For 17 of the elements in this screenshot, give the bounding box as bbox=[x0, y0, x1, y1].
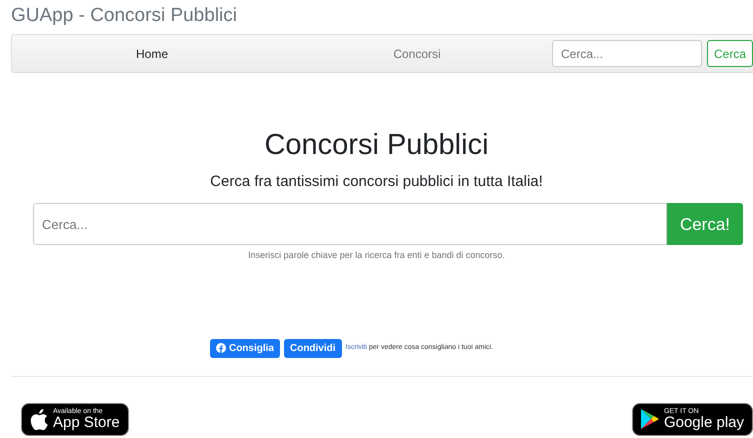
hero-title: Concorsi Pubblici bbox=[263, 128, 490, 163]
site-title: GUApp - Concorsi Pubblici bbox=[10, 4, 238, 28]
search-field[interactable]: Cerca... bbox=[33, 203, 667, 246]
nav-link[interactable]: Concorsi bbox=[393, 46, 441, 60]
share-button[interactable]: Condividi bbox=[284, 338, 342, 358]
hero-subtitle: Cerca fra tantissimi concorsi pubblici in tutta Italia! bbox=[209, 172, 544, 192]
play-icon bbox=[640, 409, 659, 430]
facebook-icon bbox=[216, 343, 226, 354]
like-button[interactable]: Consiglia bbox=[210, 338, 280, 358]
nav-link[interactable]: Home bbox=[136, 46, 168, 60]
search-button[interactable]: Cerca! bbox=[667, 203, 743, 246]
store-name: Google play bbox=[664, 415, 744, 430]
store-name: App Store bbox=[53, 415, 120, 430]
search-field[interactable]: Cerca... bbox=[552, 40, 702, 67]
apple-icon bbox=[30, 408, 48, 430]
search-button[interactable]: Cerca bbox=[707, 40, 753, 67]
help-text: Inserisci parole chiave per la ricerca fra enti e bandi di concorso. bbox=[247, 249, 506, 262]
